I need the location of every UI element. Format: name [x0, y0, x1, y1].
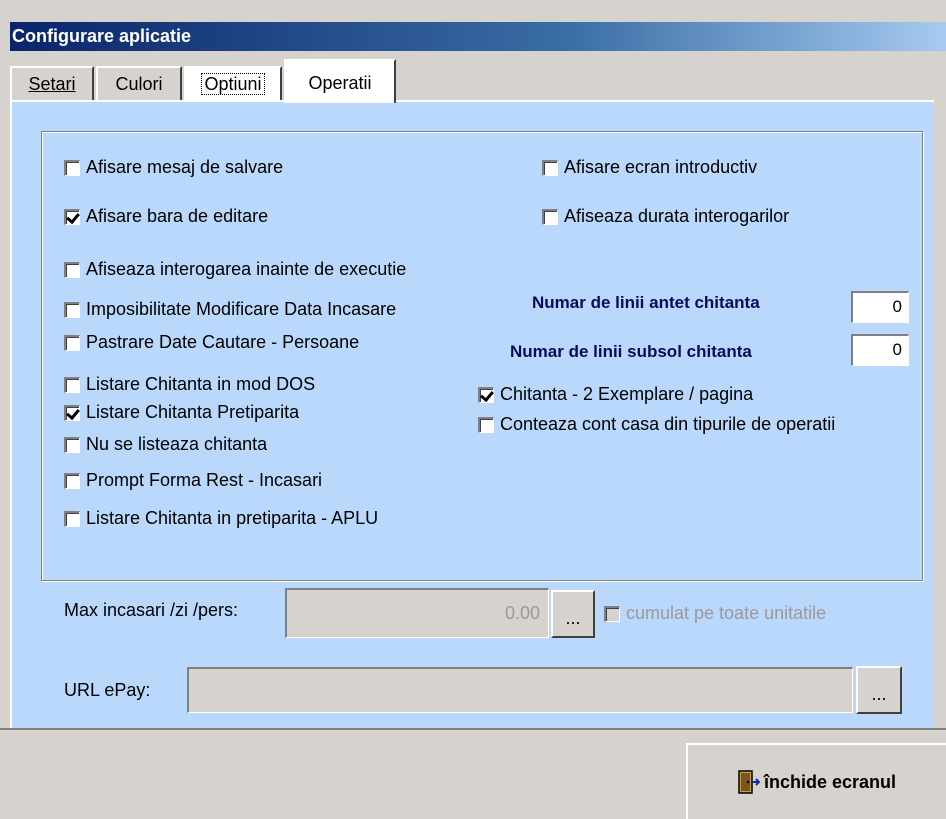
option-afisare-ecran-introductiv[interactable]: Afisare ecran introductiv — [542, 157, 757, 178]
option-afisare-mesaj-salvare[interactable]: Afisare mesaj de salvare — [64, 157, 283, 178]
checkbox-icon[interactable] — [64, 510, 80, 527]
option-pastrare-date-cautare[interactable]: Pastrare Date Cautare - Persoane — [64, 332, 359, 353]
option-nu-se-listeaza[interactable]: Nu se listeaza chitanta — [64, 434, 267, 455]
close-screen-label: închide ecranul — [763, 771, 897, 792]
option-chitanta-2-exemplare[interactable]: Chitanta - 2 Exemplare / pagina — [478, 384, 753, 405]
tab-optiuni-label: Optiuni — [201, 73, 265, 95]
option-conteaza-cont-casa[interactable]: Conteaza cont casa din tipurile de opera… — [478, 414, 835, 435]
option-listare-aplu[interactable]: Listare Chitanta in pretiparita - APLU — [64, 508, 378, 529]
max-incasari-input[interactable]: 0.00 — [285, 588, 549, 638]
close-screen-button[interactable]: închide ecranul — [686, 743, 946, 819]
subsol-input[interactable]: 0 — [851, 334, 909, 366]
checkbox-icon[interactable] — [64, 261, 80, 278]
max-incasari-label: Max incasari /zi /pers: — [64, 600, 239, 620]
url-epay-browse-button[interactable]: ... — [856, 666, 902, 714]
option-label: Afiseaza durata interogarilor — [564, 206, 790, 226]
option-afiseaza-interogarea[interactable]: Afiseaza interogarea inainte de executie — [64, 259, 406, 280]
max-incasari-browse-button[interactable]: ... — [551, 590, 595, 638]
tab-culori[interactable]: Culori — [96, 66, 182, 102]
checkbox-checked-icon[interactable] — [64, 404, 80, 421]
option-listare-pretiparita[interactable]: Listare Chitanta Pretiparita — [64, 402, 299, 423]
option-label: Listare Chitanta in pretiparita - APLU — [86, 508, 379, 528]
url-epay-input[interactable] — [187, 667, 853, 713]
checkbox-icon[interactable] — [604, 605, 620, 622]
option-label: Afisare ecran introductiv — [564, 157, 758, 177]
checkbox-icon[interactable] — [478, 416, 494, 433]
tab-optiuni[interactable]: Optiuni — [184, 66, 282, 102]
exit-door-icon — [738, 770, 760, 794]
option-label: Afisare bara de editare — [86, 206, 269, 226]
checkbox-icon[interactable] — [64, 334, 80, 351]
checkbox-checked-icon[interactable] — [478, 386, 494, 403]
option-label: Chitanta - 2 Exemplare / pagina — [500, 384, 754, 404]
antet-label: Numar de linii antet chitanta — [532, 293, 760, 312]
checkbox-icon[interactable] — [542, 159, 558, 176]
checkbox-icon[interactable] — [64, 376, 80, 393]
checkbox-icon[interactable] — [64, 159, 80, 176]
option-label: Listare Chitanta in mod DOS — [86, 374, 316, 394]
tab-operatii[interactable]: Operatii — [284, 59, 396, 103]
tab-strip: Setari Culori Optiuni Operatii — [10, 51, 946, 103]
option-afisare-bara-editare[interactable]: Afisare bara de editare — [64, 206, 268, 227]
option-label: Nu se listeaza chitanta — [86, 434, 268, 454]
antet-input[interactable]: 0 — [851, 291, 909, 323]
tab-culori-label: Culori — [115, 74, 163, 94]
url-epay-label: URL ePay: — [64, 680, 151, 700]
tab-operatii-label: Operatii — [308, 73, 372, 93]
window-title: Configurare aplicatie — [12, 26, 192, 46]
cumulat-label: cumulat pe toate unitatile — [626, 603, 827, 623]
checkbox-icon[interactable] — [64, 436, 80, 453]
subsol-label: Numar de linii subsol chitanta — [510, 342, 752, 361]
option-cumulat-toate-unitatile[interactable]: cumulat pe toate unitatile — [604, 603, 826, 624]
option-label: Listare Chitanta Pretiparita — [86, 402, 300, 422]
option-label: Afiseaza interogarea inainte de executie — [86, 259, 407, 279]
option-prompt-forma-rest[interactable]: Prompt Forma Rest - Incasari — [64, 470, 322, 491]
option-afiseaza-durata[interactable]: Afiseaza durata interogarilor — [542, 206, 789, 227]
option-label: Afisare mesaj de salvare — [86, 157, 284, 177]
option-label: Conteaza cont casa din tipurile de opera… — [500, 414, 836, 434]
option-label: Prompt Forma Rest - Incasari — [86, 470, 323, 490]
checkbox-icon[interactable] — [542, 208, 558, 225]
checkbox-checked-icon[interactable] — [64, 208, 80, 225]
option-listare-dos[interactable]: Listare Chitanta in mod DOS — [64, 374, 315, 395]
option-imposibilitate-modificare[interactable]: Imposibilitate Modificare Data Incasare — [64, 299, 396, 320]
option-label: Imposibilitate Modificare Data Incasare — [86, 299, 397, 319]
checkbox-icon[interactable] — [64, 472, 80, 489]
tab-setari-label: Setari — [28, 74, 76, 94]
window-title-bar: Configurare aplicatie — [10, 22, 946, 51]
option-label: Pastrare Date Cautare - Persoane — [86, 332, 360, 352]
tab-setari[interactable]: Setari — [10, 66, 94, 102]
checkbox-icon[interactable] — [64, 301, 80, 318]
